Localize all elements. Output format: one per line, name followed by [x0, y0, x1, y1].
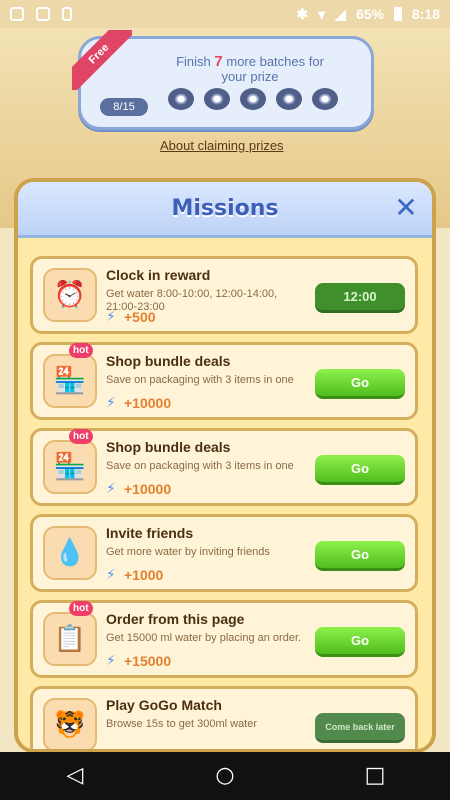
- cotton-flower-icon: [168, 88, 194, 110]
- shop-icon: 🏪: [43, 440, 97, 494]
- clock: 8:18: [411, 6, 440, 22]
- recent-apps-icon[interactable]: □: [360, 761, 390, 791]
- come-back-later-button[interactable]: Come back later: [315, 713, 405, 743]
- mission-list[interactable]: ⏰ Clock in reward Get water 8:00-10:00, …: [18, 242, 432, 749]
- shield-icon: [10, 7, 24, 21]
- tiger-icon: 🐯: [43, 698, 97, 749]
- reward-value: +10000: [124, 395, 172, 411]
- hot-badge: hot: [69, 601, 93, 616]
- mission-card-gogo-match: 🐯 Play GoGo Match Browse 15s to get 300m…: [30, 686, 418, 749]
- reward-value: +500: [124, 309, 156, 325]
- order-list-icon: 📋: [43, 612, 97, 666]
- mission-reward: ⚡ +1000: [106, 567, 163, 583]
- modal-title: Missions: [171, 196, 279, 221]
- mission-card-shop-bundle: 🏪 hot Shop bundle deals Save on packagin…: [30, 342, 418, 420]
- mission-reward: ⚡ +15000: [106, 653, 171, 669]
- mission-card-clock-in: ⏰ Clock in reward Get water 8:00-10:00, …: [30, 256, 418, 334]
- hot-badge: hot: [69, 343, 93, 358]
- hot-badge: hot: [69, 429, 93, 444]
- mission-description: Save on packaging with 3 items in one: [106, 374, 294, 386]
- battery-percent: 65%: [355, 6, 384, 22]
- go-button[interactable]: Go: [315, 455, 405, 485]
- mission-description: Get more water by inviting friends: [106, 546, 270, 558]
- lightning-icon: ⚡: [106, 481, 116, 497]
- bluetooth-icon: ✱: [296, 5, 309, 22]
- reward-value: +10000: [124, 481, 172, 497]
- home-icon[interactable]: ○: [210, 761, 240, 791]
- cotton-flower-icon: [312, 88, 338, 110]
- mission-title: Play GoGo Match: [106, 697, 222, 713]
- wifi-icon: ▾: [318, 5, 326, 22]
- mission-reward: ⚡ +500: [106, 309, 156, 325]
- reward-value: +15000: [124, 653, 172, 669]
- about-claiming-prizes-link[interactable]: About claiming prizes: [160, 138, 284, 153]
- close-icon[interactable]: ✕: [392, 194, 420, 223]
- prize-progress-text: Finish 7 more batches for your prize: [176, 53, 324, 84]
- missions-modal: Missions ✕ ⏰ Clock in reward Get water 8…: [14, 178, 436, 753]
- reward-value: +1000: [124, 567, 164, 583]
- free-ribbon: Free: [72, 30, 132, 90]
- mission-title: Clock in reward: [106, 267, 211, 283]
- go-button[interactable]: Go: [315, 369, 405, 399]
- mission-title: Shop bundle deals: [106, 353, 231, 369]
- shop-icon: 🏪: [43, 354, 97, 408]
- lightning-icon: ⚡: [106, 653, 116, 669]
- cotton-flower-icon: [276, 88, 302, 110]
- mission-card-order: 📋 hot Order from this page Get 15000 ml …: [30, 600, 418, 678]
- mission-card-shop-bundle: 🏪 hot Shop bundle deals Save on packagin…: [30, 428, 418, 506]
- go-button[interactable]: Go: [315, 541, 405, 571]
- mission-title: Order from this page: [106, 611, 245, 627]
- battery-plus-icon: [62, 7, 72, 21]
- signal-icon: ◢: [335, 5, 346, 22]
- clock-in-timer-button[interactable]: 12:00: [315, 283, 405, 313]
- cotton-flower-icon: [204, 88, 230, 110]
- lightning-icon: ⚡: [106, 567, 116, 583]
- alarm-clock-icon: ⏰: [43, 268, 97, 322]
- lightning-icon: ⚡: [106, 309, 116, 325]
- status-bar: ✱ ▾ ◢ 65% 8:18: [0, 0, 450, 28]
- cotton-flower-icon: [240, 88, 266, 110]
- mission-reward: ⚡ +10000: [106, 481, 171, 497]
- mission-title: Invite friends: [106, 525, 194, 541]
- lightning-icon: ⚡: [106, 395, 116, 411]
- back-icon[interactable]: ◁: [60, 761, 90, 791]
- cotton-flowers: [168, 88, 338, 110]
- system-nav-bar: ◁ ○ □: [0, 752, 450, 800]
- battery-icon: [393, 7, 402, 21]
- image-icon: [36, 7, 50, 21]
- go-button[interactable]: Go: [315, 627, 405, 657]
- mission-description: Browse 15s to get 300ml water: [106, 718, 258, 730]
- mission-reward: ⚡ +10000: [106, 395, 171, 411]
- mission-card-invite-friends: 💧 Invite friends Get more water by invit…: [30, 514, 418, 592]
- modal-header: Missions ✕: [18, 182, 432, 238]
- water-drops-icon: 💧: [43, 526, 97, 580]
- mission-description: Save on packaging with 3 items in one: [106, 460, 294, 472]
- mission-title: Shop bundle deals: [106, 439, 231, 455]
- batch-progress: 8/15: [100, 98, 148, 116]
- mission-description: Get 15000 ml water by placing an order.: [106, 632, 302, 644]
